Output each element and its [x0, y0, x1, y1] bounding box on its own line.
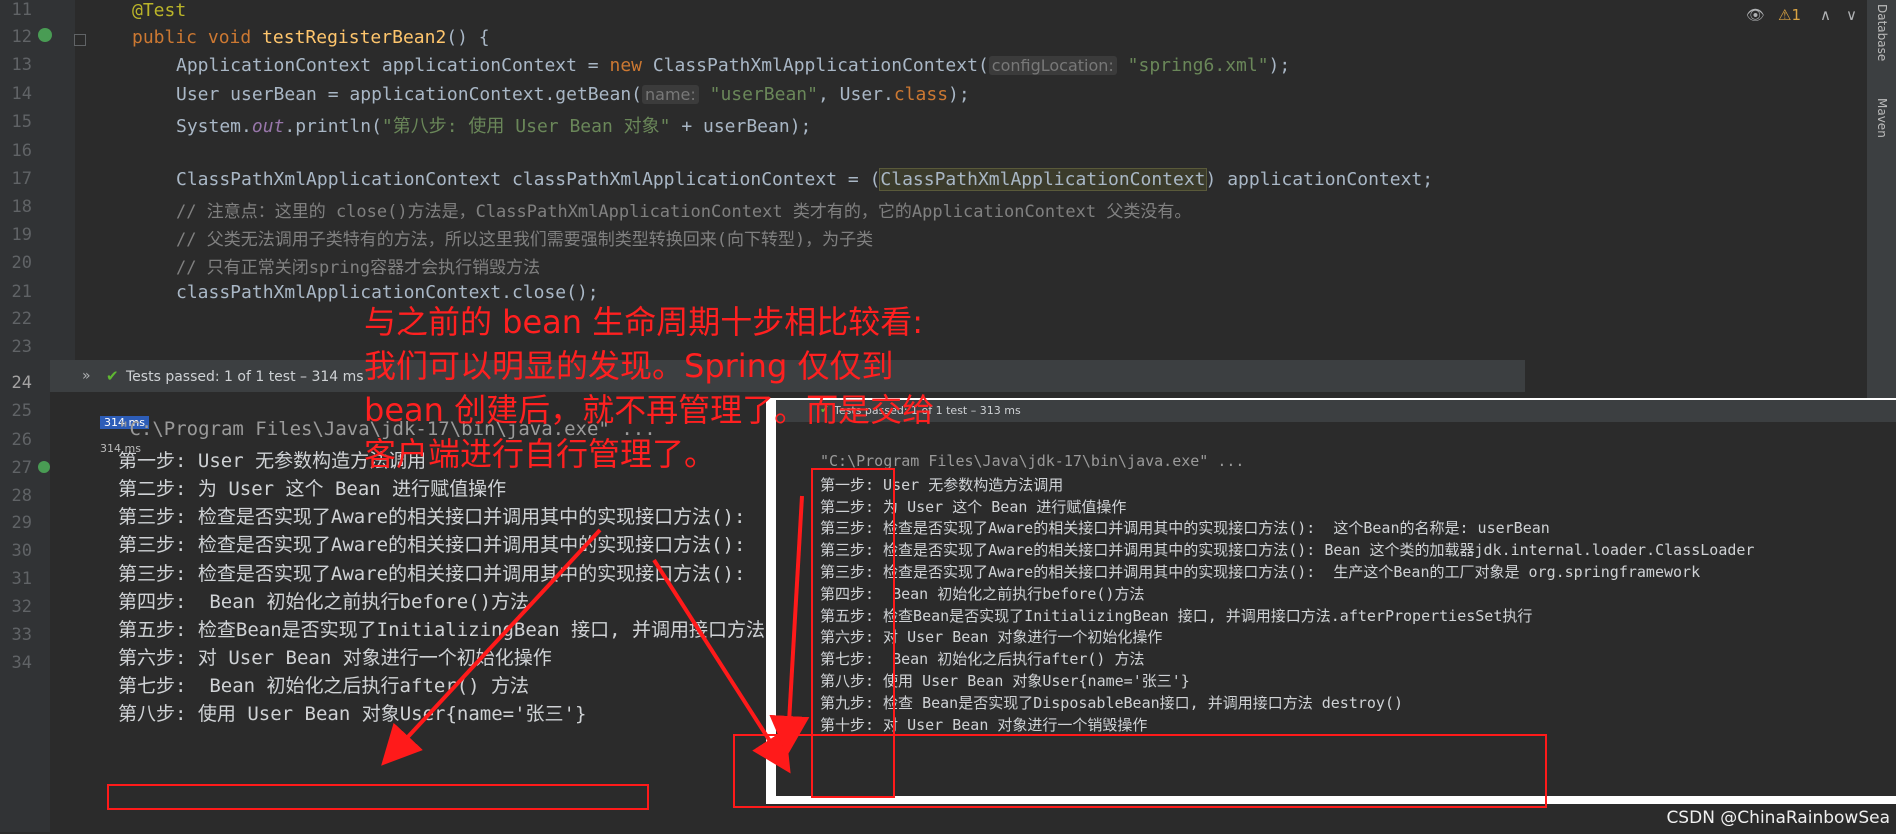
annotation-note-line: 客户端进行自行管理了。: [364, 435, 717, 473]
arrow-to-step8: [381, 528, 602, 766]
annotation-note-line: 与之前的 bean 生命周期十步相比较看:: [364, 303, 924, 341]
annotation-note-line: 我们可以明显的发现。Spring 仅仅到: [364, 347, 894, 385]
annotation-note: 与之前的 bean 生命周期十步相比较看: 我们可以明显的发现。Spring 仅仅…: [364, 300, 1004, 476]
annotation-note-line: bean 创建后，就不再管理了。而是交给: [364, 391, 935, 429]
arrow-to-step9: [652, 558, 791, 774]
arrow-down: [769, 495, 810, 756]
watermark: CSDN @ChinaRainbowSea: [1666, 808, 1890, 828]
